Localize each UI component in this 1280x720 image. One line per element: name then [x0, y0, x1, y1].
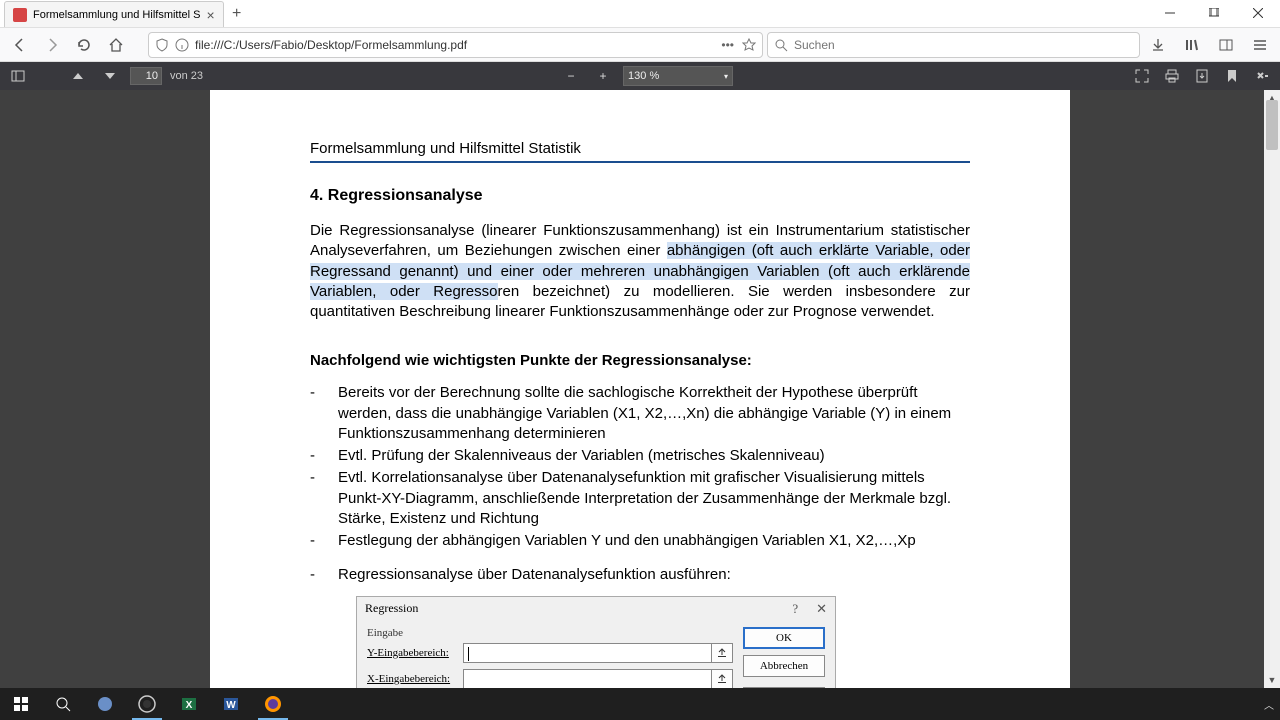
document-header: Formelsammlung und Hilfsmittel Statistik: [310, 140, 970, 163]
y-range-label: Y-Eingabebereich:: [367, 647, 463, 659]
taskbar: X W ︿: [0, 688, 1280, 720]
tools-button[interactable]: [1250, 64, 1274, 88]
scroll-down-icon[interactable]: ▼: [1264, 672, 1280, 688]
cancel-button[interactable]: Abbrechen: [743, 655, 825, 677]
tray-chevron-icon[interactable]: ︿: [1264, 697, 1274, 712]
print-button[interactable]: [1160, 64, 1184, 88]
close-icon[interactable]: ✕: [816, 601, 827, 617]
bookmark-button[interactable]: [1220, 64, 1244, 88]
search-input[interactable]: [794, 38, 1133, 52]
y-range-input[interactable]: [463, 643, 712, 663]
taskbar-app-excel[interactable]: X: [168, 688, 210, 720]
search-button[interactable]: [42, 688, 84, 720]
sidebar-icon[interactable]: [1212, 31, 1240, 59]
zoom-in-button[interactable]: +: [591, 64, 615, 88]
start-button[interactable]: [0, 688, 42, 720]
info-icon: [175, 38, 189, 52]
pdf-viewer: Formelsammlung und Hilfsmittel Statistik…: [0, 90, 1280, 688]
download-button[interactable]: [1190, 64, 1214, 88]
taskbar-app-obs[interactable]: [126, 688, 168, 720]
close-tab-icon[interactable]: ×: [207, 7, 215, 23]
search-icon: [774, 38, 788, 52]
browser-navbar: file:///C:/Users/Fabio/Desktop/Formelsam…: [0, 28, 1280, 62]
url-text: file:///C:/Users/Fabio/Desktop/Formelsam…: [195, 38, 715, 52]
maximize-button[interactable]: [1192, 0, 1236, 27]
url-bar[interactable]: file:///C:/Users/Fabio/Desktop/Formelsam…: [148, 32, 763, 58]
x-range-label: X-Eingabebereich:: [367, 673, 463, 685]
subheading: Nachfolgend wie wichtigsten Punkte der R…: [310, 352, 970, 369]
zoom-out-button[interactable]: −: [559, 64, 583, 88]
more-icon[interactable]: •••: [721, 38, 734, 52]
regression-dialog: Regression ? ✕ Eingabe Y-Eingabebereich:…: [356, 596, 836, 689]
pdf-toolbar: von 23 − + 130 %▾: [0, 62, 1280, 90]
svg-text:X: X: [186, 700, 193, 711]
forward-button[interactable]: [38, 31, 66, 59]
library-icon[interactable]: [1178, 31, 1206, 59]
page-down-button[interactable]: [98, 64, 122, 88]
taskbar-app-word[interactable]: W: [210, 688, 252, 720]
dialog-titlebar: Regression ? ✕: [357, 597, 835, 621]
taskbar-app-firefox[interactable]: [252, 688, 294, 720]
page-total-label: von 23: [170, 70, 203, 82]
fullscreen-button[interactable]: [1130, 64, 1154, 88]
back-button[interactable]: [6, 31, 34, 59]
x-range-picker[interactable]: [711, 669, 733, 689]
reload-button[interactable]: [70, 31, 98, 59]
page-number-input[interactable]: [130, 67, 162, 85]
scroll-thumb[interactable]: [1266, 100, 1278, 150]
list-item: Evtl. Korrelationsanalyse über Datenanal…: [310, 468, 970, 529]
home-button[interactable]: [102, 31, 130, 59]
ok-button[interactable]: OK: [743, 627, 825, 649]
browser-tab[interactable]: Formelsammlung und Hilfsmittel S ×: [4, 1, 224, 27]
star-icon[interactable]: [742, 38, 756, 52]
minimize-button[interactable]: [1148, 0, 1192, 27]
bullet-list: Bereits vor der Berechnung sollte die sa…: [310, 383, 970, 585]
downloads-icon[interactable]: [1144, 31, 1172, 59]
help-icon[interactable]: ?: [792, 601, 798, 617]
zoom-select[interactable]: 130 %▾: [623, 66, 733, 86]
list-item: Bereits vor der Berechnung sollte die sa…: [310, 383, 970, 444]
list-item: Regressionsanalyse über Datenanalysefunk…: [310, 565, 970, 585]
taskbar-app-1[interactable]: [84, 688, 126, 720]
tab-title: Formelsammlung und Hilfsmittel S: [33, 9, 201, 21]
scrollbar[interactable]: ▲ ▼: [1264, 90, 1280, 688]
pdf-file-icon: [13, 8, 27, 22]
pdf-page: Formelsammlung und Hilfsmittel Statistik…: [210, 90, 1070, 688]
search-bar[interactable]: [767, 32, 1140, 58]
new-tab-button[interactable]: +: [224, 1, 250, 27]
browser-titlebar: Formelsammlung und Hilfsmittel S × +: [0, 0, 1280, 28]
list-item: Festlegung der abhängigen Variablen Y un…: [310, 531, 970, 551]
close-window-button[interactable]: [1236, 0, 1280, 27]
shield-icon: [155, 38, 169, 52]
y-range-picker[interactable]: [711, 643, 733, 663]
page-up-button[interactable]: [66, 64, 90, 88]
intro-paragraph: Die Regressionsanalyse (linearer Funktio…: [310, 221, 970, 322]
window-controls: [1148, 0, 1280, 27]
menu-icon[interactable]: [1246, 31, 1274, 59]
toggle-sidebar-button[interactable]: [6, 64, 30, 88]
list-item: Evtl. Prüfung der Skalenniveaus der Vari…: [310, 446, 970, 466]
x-range-input[interactable]: [463, 669, 712, 689]
group-label: Eingabe: [367, 627, 733, 639]
section-title: 4. Regressionsanalyse: [310, 187, 970, 205]
svg-text:W: W: [226, 700, 236, 711]
